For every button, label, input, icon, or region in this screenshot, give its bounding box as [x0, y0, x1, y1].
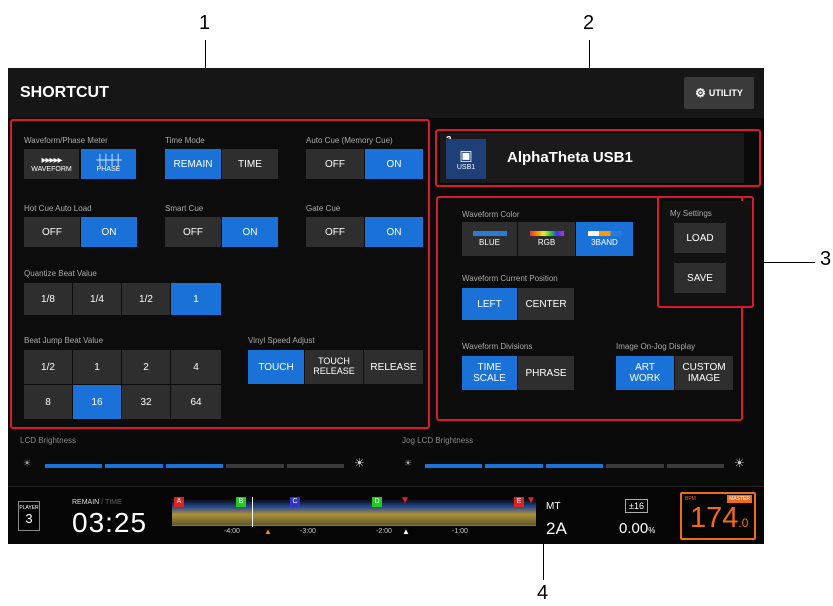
callout-2: 2 [583, 12, 595, 34]
bpm-dec: .0 [738, 516, 749, 530]
callout-3: 3 [820, 248, 832, 270]
callout-1: 1 [199, 12, 211, 34]
jog-brightness-segment [606, 464, 664, 468]
time-readout: 03:25 [72, 507, 148, 538]
jog-brightness-segment [485, 464, 543, 468]
cue-marker-e: E [514, 497, 524, 507]
jog-brightness-label: Jog LCD Brightness [402, 436, 474, 445]
tempo-unit: % [648, 526, 656, 535]
cue-marker-a: A [174, 497, 184, 507]
player-number: 3 [25, 511, 33, 526]
jog-brightness-segment [666, 464, 724, 468]
cue-position-marker: ▲ [264, 527, 272, 536]
waveform-overview [172, 499, 536, 525]
header-bar: SHORTCUT ⚙ UTILITY [8, 68, 764, 118]
lcd-brightness-segment [226, 464, 284, 468]
lcd-brightness-segment [165, 464, 224, 468]
lcd-brightness-segment [105, 464, 163, 468]
key-readout: 2A [546, 519, 567, 538]
lcd-brightness-segment [286, 464, 344, 468]
remain-indicator: REMAIN [72, 499, 100, 506]
lcd-brightness-high-icon: ☀ [354, 456, 365, 470]
device-screen: SHORTCUT ⚙ UTILITY Waveform/Phase Meter … [8, 68, 764, 544]
end-cue-marker: ▼ [526, 495, 536, 506]
lcd-brightness-slider[interactable] [44, 463, 346, 469]
lcd-brightness-low-icon: ☀ [23, 458, 32, 468]
tick-4m: -4:00 [224, 528, 240, 535]
jog-brightness-high-icon: ☀ [734, 456, 745, 470]
utility-button[interactable]: ⚙ UTILITY [684, 77, 754, 109]
play-position-marker: ▲ [402, 527, 410, 536]
callout-line-3 [755, 262, 815, 263]
master-tempo-label: MT [546, 501, 561, 512]
gear-icon: ⚙ [695, 86, 706, 100]
cue-marker-b: B [236, 497, 246, 507]
waveform-baseline [172, 525, 536, 526]
jog-brightness-slider[interactable] [424, 463, 726, 469]
tempo-value: 0.00 [619, 520, 649, 537]
cue-marker-c: C [290, 497, 300, 507]
cue-marker-d: D [372, 497, 382, 507]
player-box: PLAYER 3 [18, 501, 40, 531]
highlight-box-2 [435, 129, 761, 187]
bpm-int: 174 [690, 502, 739, 534]
time-indicator: TIME [104, 499, 122, 506]
jog-brightness-segment [545, 464, 604, 468]
tick-3m: -3:00 [300, 528, 316, 535]
bpm-box: BPM MASTER 174.0 [680, 492, 756, 540]
tick-1m: -1:00 [452, 528, 468, 535]
status-bar: PLAYER 3 REMAIN / TIME 03:25 A B C D ▼ E… [8, 486, 764, 544]
callout-4: 4 [537, 582, 549, 604]
memory-cue-marker: ▼ [400, 495, 410, 506]
highlight-box-1 [10, 119, 430, 429]
utility-label: UTILITY [708, 88, 743, 98]
jog-brightness-low-icon: ☀ [404, 458, 413, 468]
highlight-box-3 [657, 196, 754, 308]
lcd-brightness-segment [45, 464, 103, 468]
playhead-line [252, 497, 253, 527]
page-title: SHORTCUT [20, 84, 109, 101]
tick-2m: -2:00 [376, 528, 392, 535]
lcd-brightness-label: LCD Brightness [20, 436, 77, 445]
bpm-readout: 174.0 [690, 504, 748, 533]
time-mode-indicator: REMAIN / TIME [72, 499, 122, 506]
tempo-readout: 0.00% [619, 520, 655, 537]
tempo-range-badge: ±16 [625, 499, 648, 513]
jog-brightness-segment [425, 464, 483, 468]
